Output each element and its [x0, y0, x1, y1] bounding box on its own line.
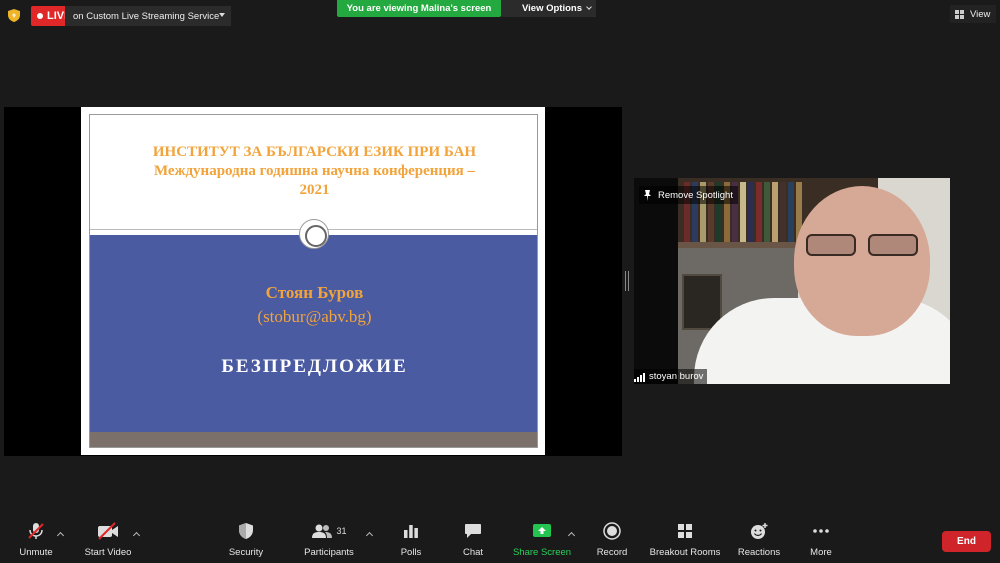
participant-name-tag: stoyan burov	[634, 369, 708, 384]
slide-footer-bar	[90, 432, 537, 447]
viewing-screen-banner: You are viewing Malina's screen	[337, 0, 501, 17]
breakout-rooms-grid-icon	[678, 524, 692, 538]
unmute-label: Unmute	[19, 547, 53, 558]
stream-service-label: on Custom Live Streaming Service	[73, 10, 220, 22]
breakout-rooms-button[interactable]: Breakout Rooms	[649, 519, 721, 563]
slide-topic: БЕЗПРЕДЛОЖИЕ	[221, 356, 408, 377]
participants-options-caret[interactable]	[365, 531, 374, 540]
start-video-label: Start Video	[84, 547, 132, 558]
stream-service-dropdown[interactable]: on Custom Live Streaming Service	[65, 6, 231, 26]
meeting-toolbar: Unmute Start Video Security 31 Participa…	[0, 519, 1000, 563]
start-video-button[interactable]: Start Video	[82, 519, 134, 563]
reactions-smiley-icon	[751, 523, 768, 539]
view-options-label: View Options	[522, 3, 583, 14]
signal-bars-icon	[634, 372, 646, 382]
remove-spotlight-label: Remove Spotlight	[658, 189, 733, 201]
view-options-button[interactable]: View Options	[501, 0, 596, 17]
viewing-banner-label: You are viewing Malina's screen	[346, 3, 492, 14]
reactions-label: Reactions	[737, 547, 781, 558]
slide-title: ИНСТИТУТ ЗА БЪЛГАРСКИ ЕЗИК ПРИ БАН Между…	[90, 143, 537, 200]
share-screen-arrow-icon	[533, 524, 551, 537]
more-dots-icon	[813, 529, 829, 533]
grid-view-icon	[955, 9, 965, 19]
end-meeting-button[interactable]: End	[942, 531, 991, 552]
live-dot-icon	[37, 13, 43, 19]
slide-author: Стоян Буров	[265, 283, 364, 302]
polls-button[interactable]: Polls	[396, 519, 426, 563]
participant-video-tile[interactable]	[634, 178, 950, 384]
participant-name: stoyan burov	[649, 371, 704, 382]
unmute-button[interactable]: Unmute	[16, 519, 56, 563]
chat-button[interactable]: Chat	[460, 519, 486, 563]
remove-spotlight-button[interactable]: Remove Spotlight	[639, 186, 738, 204]
participants-label: Participants	[304, 547, 354, 558]
more-button[interactable]: More	[806, 519, 836, 563]
security-shield-icon	[239, 523, 253, 539]
polls-bar-chart-icon	[404, 525, 418, 538]
encryption-shield-icon[interactable]	[8, 9, 20, 22]
slide-email: (stobur@abv.bg)	[257, 307, 372, 326]
participants-icon	[312, 524, 333, 538]
security-label: Security	[228, 547, 264, 558]
end-label: End	[957, 536, 976, 547]
pin-icon	[644, 189, 651, 201]
view-label: View	[970, 8, 991, 20]
share-screen-label: Share Screen	[512, 547, 572, 558]
slide-title-line-2: Международна годишна научна конференция …	[153, 163, 476, 179]
split-resize-handle[interactable]	[625, 271, 629, 291]
slide-title-line-1: ИНСТИТУТ ЗА БЪЛГАРСКИ ЕЗИК ПРИ БАН	[152, 144, 477, 160]
polls-label: Polls	[400, 547, 422, 558]
security-button[interactable]: Security	[227, 519, 265, 563]
chevron-down-icon	[586, 4, 592, 10]
record-button[interactable]: Record	[595, 519, 629, 563]
view-button[interactable]: View	[950, 5, 996, 23]
caret-down-icon	[219, 13, 225, 17]
video-options-caret[interactable]	[132, 531, 141, 540]
video-camera-off-icon	[98, 522, 118, 540]
microphone-muted-icon	[28, 523, 44, 539]
chat-bubble-icon	[465, 524, 481, 538]
slide-blue-panel	[90, 235, 537, 432]
share-screen-button[interactable]: Share Screen	[513, 519, 571, 563]
slide-content: ИНСТИТУТ ЗА БЪЛГАРСКИ ЕЗИК ПРИ БАН Между…	[89, 114, 538, 448]
record-label: Record	[596, 547, 628, 558]
participants-button[interactable]: 31 Participants	[302, 519, 356, 563]
audio-options-caret[interactable]	[56, 531, 65, 540]
chat-label: Chat	[462, 547, 484, 558]
participants-count: 31	[336, 526, 347, 536]
slide-circle-ornament	[299, 219, 329, 249]
record-icon	[603, 522, 621, 540]
reactions-button[interactable]: Reactions	[737, 519, 781, 563]
breakout-rooms-label: Breakout Rooms	[649, 547, 721, 558]
more-label: More	[810, 547, 832, 558]
slide-title-line-3: 2021	[299, 182, 330, 198]
